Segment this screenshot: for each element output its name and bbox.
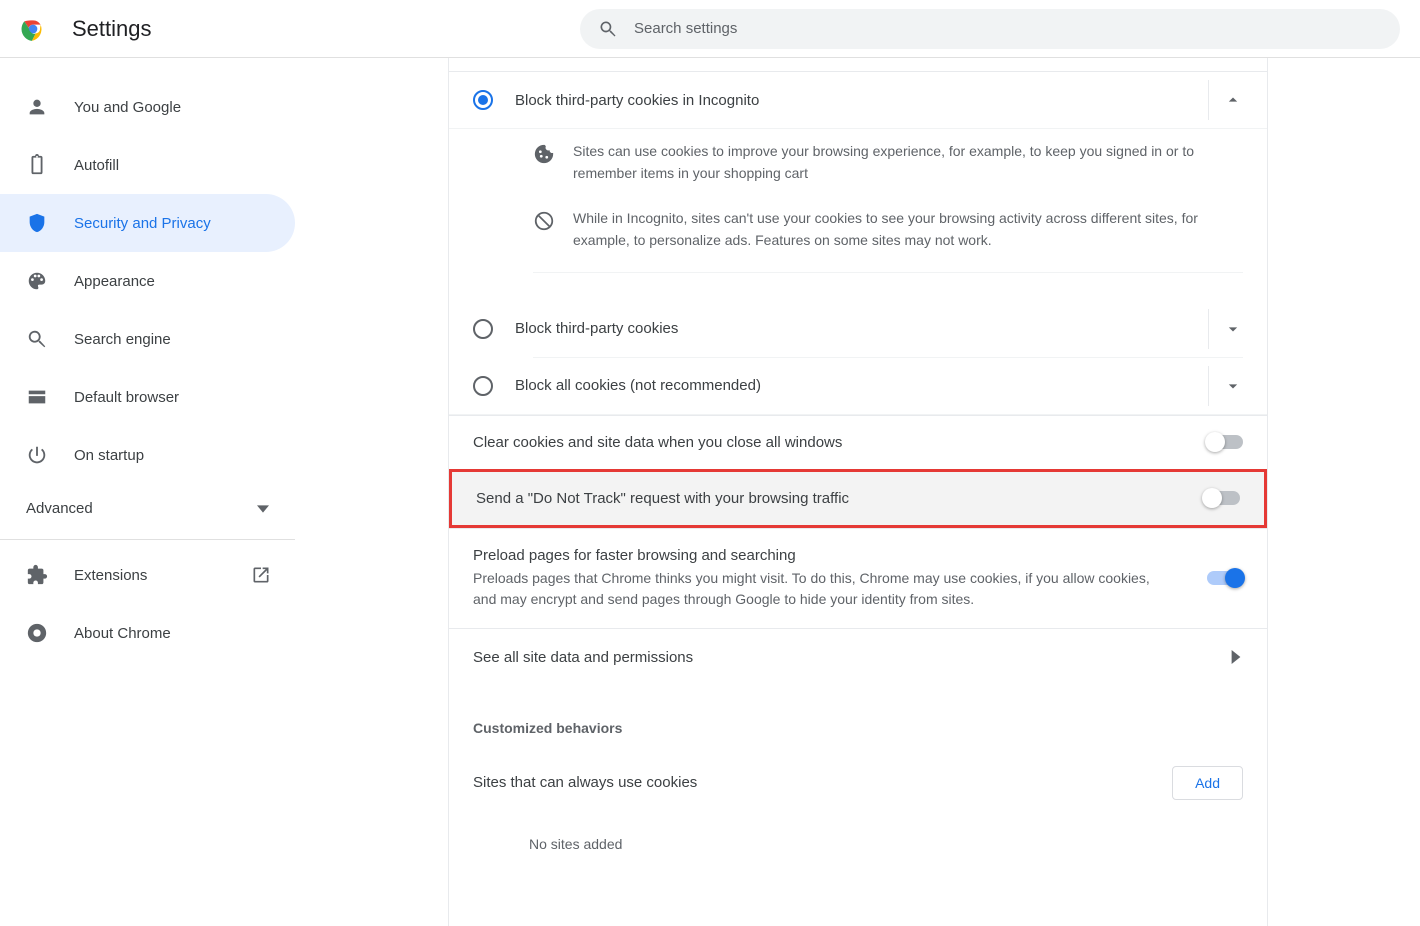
detail-text: While in Incognito, sites can't use your…: [573, 208, 1243, 251]
app-header: Settings: [0, 0, 1420, 58]
sidebar-item-about-chrome[interactable]: About Chrome: [0, 604, 295, 662]
section-heading-customized: Customized behaviors: [449, 686, 1267, 750]
divider: [1208, 366, 1209, 406]
clipboard-icon: [26, 154, 48, 176]
sidebar-item-autofill[interactable]: Autofill: [0, 136, 295, 194]
radio-unselected[interactable]: [473, 376, 493, 396]
sidebar-item-security-privacy[interactable]: Security and Privacy: [0, 194, 295, 252]
sidebar-item-label: Extensions: [74, 567, 147, 584]
chevron-down-icon[interactable]: [1223, 319, 1243, 339]
block-icon: [533, 210, 555, 232]
sidebar-item-label: Appearance: [74, 273, 155, 290]
setting-label: Clear cookies and site data when you clo…: [473, 434, 842, 451]
advanced-label: Advanced: [26, 500, 93, 517]
detail-entry-cookie: Sites can use cookies to improve your br…: [533, 129, 1243, 196]
sidebar-item-label: You and Google: [74, 99, 181, 116]
cookie-option-block-incognito[interactable]: Block third-party cookies in Incognito: [449, 72, 1267, 129]
toggle-off[interactable]: [1207, 435, 1243, 449]
cookie-icon: [533, 143, 555, 165]
link-label: See all site data and permissions: [473, 649, 693, 666]
search-icon: [598, 19, 618, 39]
radio-unselected[interactable]: [473, 319, 493, 339]
detail-entry-block: While in Incognito, sites can't use your…: [533, 196, 1243, 263]
option-label: Block all cookies (not recommended): [515, 377, 761, 394]
no-sites-note: No sites added: [449, 816, 1267, 872]
setting-label: Send a "Do Not Track" request with your …: [476, 490, 849, 507]
divider: [1208, 309, 1209, 349]
search-container[interactable]: [580, 9, 1400, 49]
palette-icon: [26, 270, 48, 292]
always-use-cookies-row: Sites that can always use cookies Add: [449, 750, 1267, 816]
setting-description: Preloads pages that Chrome thinks you mi…: [473, 568, 1173, 610]
option-label: Block third-party cookies in Incognito: [515, 92, 759, 109]
page-title: Settings: [72, 16, 152, 42]
search-icon: [26, 328, 48, 350]
puzzle-icon: [26, 564, 48, 586]
option-detail-block: Sites can use cookies to improve your br…: [449, 129, 1267, 301]
setting-clear-on-close[interactable]: Clear cookies and site data when you clo…: [449, 415, 1267, 469]
sidebar-item-label: Search engine: [74, 331, 171, 348]
caret-down-icon: [257, 503, 269, 515]
power-icon: [26, 444, 48, 466]
shield-icon: [26, 212, 48, 234]
person-icon: [26, 96, 48, 118]
sidebar-item-label: Autofill: [74, 157, 119, 174]
sidebar-advanced-toggle[interactable]: Advanced: [0, 484, 295, 533]
toggle-off[interactable]: [1204, 491, 1240, 505]
sidebar-item-you-and-google[interactable]: You and Google: [0, 78, 295, 136]
sidebar: You and Google Autofill Security and Pri…: [0, 58, 296, 926]
sidebar-item-appearance[interactable]: Appearance: [0, 252, 295, 310]
setting-label: Preload pages for faster browsing and se…: [473, 547, 1173, 564]
divider: [1208, 80, 1209, 120]
detail-text: Sites can use cookies to improve your br…: [573, 141, 1243, 184]
chrome-icon: [26, 622, 48, 644]
main-content: Block third-party cookies in Incognito S…: [296, 58, 1420, 926]
sidebar-item-label: About Chrome: [74, 625, 171, 642]
chevron-up-icon[interactable]: [1223, 90, 1243, 110]
cookie-option-block-all[interactable]: Block all cookies (not recommended): [449, 358, 1267, 415]
search-input[interactable]: [634, 20, 1382, 37]
radio-selected[interactable]: [473, 90, 493, 110]
toggle-on[interactable]: [1207, 571, 1243, 585]
chevron-right-icon: [1229, 650, 1243, 664]
sidebar-item-on-startup[interactable]: On startup: [0, 426, 295, 484]
open-in-new-icon: [251, 565, 271, 585]
chevron-down-icon[interactable]: [1223, 376, 1243, 396]
cookie-option-block-third-party[interactable]: Block third-party cookies: [449, 301, 1267, 357]
settings-panel: Block third-party cookies in Incognito S…: [448, 58, 1268, 926]
sidebar-item-label: Security and Privacy: [74, 215, 211, 232]
sidebar-item-search-engine[interactable]: Search engine: [0, 310, 295, 368]
sidebar-item-default-browser[interactable]: Default browser: [0, 368, 295, 426]
setting-do-not-track[interactable]: Send a "Do Not Track" request with your …: [449, 469, 1267, 528]
divider: [533, 272, 1243, 273]
sidebar-item-extensions[interactable]: Extensions: [0, 546, 295, 604]
setting-preload-pages[interactable]: Preload pages for faster browsing and se…: [449, 528, 1267, 628]
sub-row-label: Sites that can always use cookies: [473, 774, 697, 791]
option-label: Block third-party cookies: [515, 320, 678, 337]
sidebar-item-label: Default browser: [74, 389, 179, 406]
add-button[interactable]: Add: [1172, 766, 1243, 800]
browser-icon: [26, 386, 48, 408]
sidebar-divider: [0, 539, 295, 540]
sidebar-item-label: On startup: [74, 447, 144, 464]
chrome-logo-icon: [20, 16, 46, 42]
see-all-site-data-link[interactable]: See all site data and permissions: [449, 628, 1267, 686]
